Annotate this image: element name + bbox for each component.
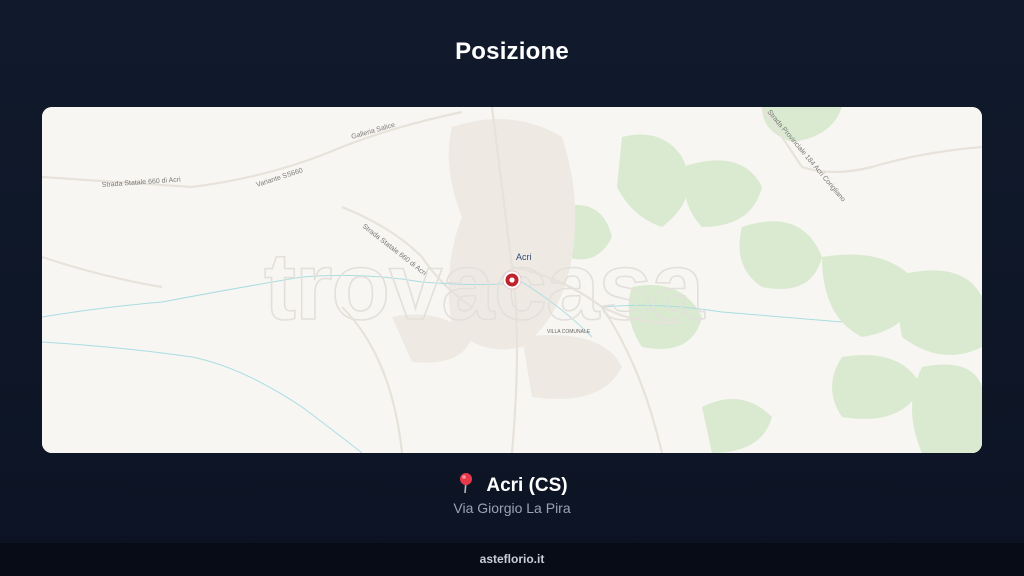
footer-site[interactable]: asteflorio.it — [480, 552, 545, 566]
pushpin-icon — [456, 472, 476, 494]
location-address: Via Giorgio La Pira — [453, 500, 571, 516]
city-label: Acri — [516, 252, 532, 262]
map-canvas[interactable]: Strada Statale 660 di Acri Variante SS66… — [42, 107, 982, 453]
watermark-text: trovacasa — [264, 233, 705, 340]
location-city: Acri (CS) — [486, 475, 568, 496]
location-line: Acri (CS) — [0, 472, 1024, 497]
footer: asteflorio.it — [0, 543, 1024, 576]
map-marker-icon[interactable] — [502, 270, 522, 290]
page-title: Posizione — [455, 38, 569, 65]
map-view[interactable]: Strada Statale 660 di Acri Variante SS66… — [42, 107, 982, 453]
